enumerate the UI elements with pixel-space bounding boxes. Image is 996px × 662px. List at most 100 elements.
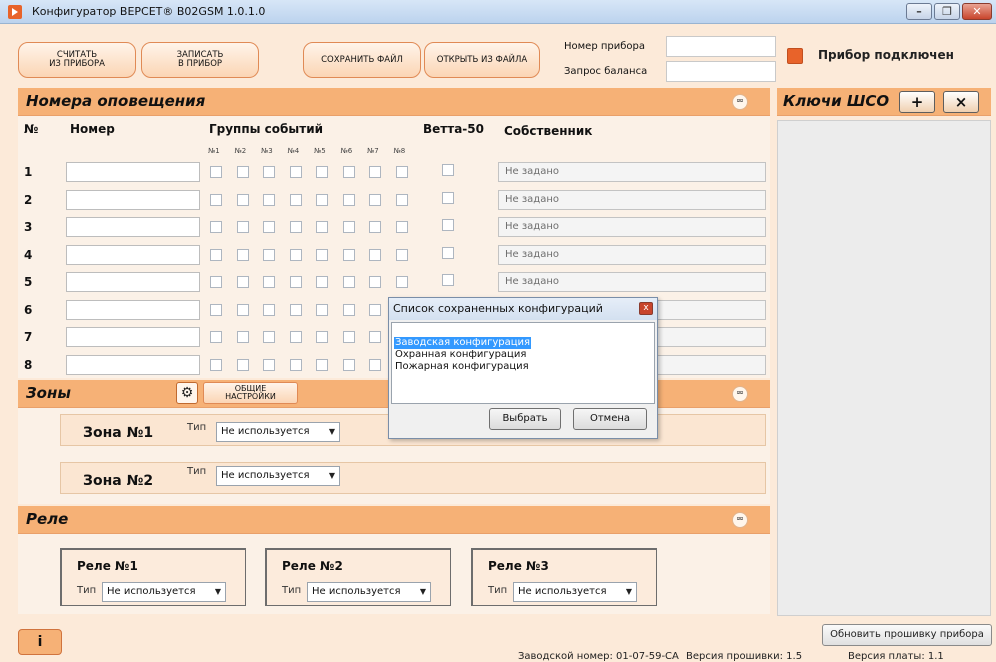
save-file-button[interactable]: СОХРАНИТЬ ФАЙЛ xyxy=(303,42,421,78)
event-group-checkbox[interactable] xyxy=(210,276,222,288)
update-firmware-button[interactable]: Обновить прошивку прибора xyxy=(822,624,992,646)
event-group-checkbox[interactable] xyxy=(316,358,328,371)
event-group-checkbox[interactable] xyxy=(236,166,249,178)
event-group-checkbox[interactable] xyxy=(316,276,328,288)
owner-field[interactable]: Не задано xyxy=(498,244,766,265)
vetta-checkbox[interactable] xyxy=(442,219,454,231)
event-group-checkbox[interactable] xyxy=(369,193,381,206)
event-group-checkbox[interactable] xyxy=(395,166,408,178)
gear-icon[interactable]: ⚙ xyxy=(176,382,198,404)
zone-type-select[interactable]: Не используется ▼ xyxy=(216,422,340,442)
vetta-checkbox[interactable] xyxy=(442,191,454,204)
event-group-checkbox[interactable] xyxy=(316,331,328,343)
event-group-checkbox[interactable] xyxy=(316,221,328,233)
event-group-checkbox[interactable] xyxy=(369,221,381,233)
event-group-checkbox[interactable] xyxy=(263,221,275,233)
choose-button[interactable]: Выбрать xyxy=(489,408,561,430)
event-group-checkbox[interactable] xyxy=(342,248,355,261)
event-group-checkbox[interactable] xyxy=(342,303,355,316)
event-group-checkbox[interactable] xyxy=(369,358,381,371)
event-group-checkbox[interactable] xyxy=(236,303,249,316)
event-group-checkbox[interactable] xyxy=(263,358,275,371)
event-group-checkbox[interactable] xyxy=(369,276,381,288)
event-group-checkbox[interactable] xyxy=(210,193,222,206)
event-group-checkbox[interactable] xyxy=(263,248,275,261)
owner-field[interactable]: Не задано xyxy=(498,162,766,182)
event-group-checkbox[interactable] xyxy=(342,331,355,343)
config-list-item[interactable]: Заводская конфигурация xyxy=(394,337,532,349)
event-group-checkbox[interactable] xyxy=(210,303,222,316)
event-group-checkbox[interactable] xyxy=(263,166,275,178)
event-group-checkbox[interactable] xyxy=(316,248,328,261)
config-list-item[interactable]: Охранная конфигурация xyxy=(394,349,527,361)
event-group-checkbox[interactable] xyxy=(289,331,302,343)
event-group-checkbox[interactable] xyxy=(236,193,249,206)
event-group-checkbox[interactable] xyxy=(342,193,355,206)
event-group-checkbox[interactable] xyxy=(316,193,328,206)
remove-key-button[interactable]: × xyxy=(943,91,979,113)
dialog-close-button[interactable]: x xyxy=(639,302,653,315)
event-group-checkbox[interactable] xyxy=(369,303,381,316)
collapse-chevron-icon[interactable]: ⮹ xyxy=(732,512,748,528)
event-group-checkbox[interactable] xyxy=(263,303,275,316)
keys-list[interactable] xyxy=(777,120,991,616)
open-file-button[interactable]: ОТКРЫТЬ ИЗ ФАЙЛА xyxy=(424,42,540,78)
phone-number-input[interactable] xyxy=(66,217,200,237)
owner-field[interactable]: Не задано xyxy=(498,272,766,292)
event-group-checkbox[interactable] xyxy=(289,358,302,371)
collapse-chevron-icon[interactable]: ⮹ xyxy=(732,94,748,110)
phone-number-input[interactable] xyxy=(66,354,200,375)
event-group-checkbox[interactable] xyxy=(289,193,302,206)
general-settings-button[interactable]: ОБЩИЕ НАСТРОЙКИ xyxy=(203,382,298,404)
event-group-checkbox[interactable] xyxy=(289,248,302,261)
event-group-checkbox[interactable] xyxy=(210,248,222,261)
event-group-checkbox[interactable] xyxy=(342,166,355,178)
collapse-chevron-icon[interactable]: ⮹ xyxy=(732,386,748,402)
event-group-checkbox[interactable] xyxy=(236,331,249,343)
phone-number-input[interactable] xyxy=(66,327,200,347)
zone-type-select[interactable]: Не используется ▼ xyxy=(216,466,340,486)
relay-type-select[interactable]: Не используется ▼ xyxy=(513,582,637,602)
event-group-checkbox[interactable] xyxy=(289,303,302,316)
event-group-checkbox[interactable] xyxy=(395,221,408,233)
event-group-checkbox[interactable] xyxy=(289,276,302,288)
event-group-checkbox[interactable] xyxy=(395,248,408,261)
event-group-checkbox[interactable] xyxy=(395,276,408,288)
balance-request-input[interactable] xyxy=(666,61,776,82)
phone-number-input[interactable] xyxy=(66,299,200,320)
event-group-checkbox[interactable] xyxy=(236,358,249,371)
maximize-button[interactable]: ❐ xyxy=(934,3,960,20)
event-group-checkbox[interactable] xyxy=(342,358,355,371)
event-group-checkbox[interactable] xyxy=(210,358,222,371)
event-group-checkbox[interactable] xyxy=(395,193,408,206)
event-group-checkbox[interactable] xyxy=(289,221,302,233)
info-button[interactable]: i xyxy=(18,629,62,655)
close-window-button[interactable]: ✕ xyxy=(962,3,992,20)
config-list[interactable]: Заводская конфигурация Охранная конфигур… xyxy=(391,322,655,404)
minimize-button[interactable]: – xyxy=(906,3,932,20)
owner-field[interactable]: Не задано xyxy=(498,217,766,237)
event-group-checkbox[interactable] xyxy=(342,221,355,233)
add-key-button[interactable]: + xyxy=(899,91,935,113)
event-group-checkbox[interactable] xyxy=(263,331,275,343)
config-list-item[interactable]: Пожарная конфигурация xyxy=(394,361,530,373)
event-group-checkbox[interactable] xyxy=(316,166,328,178)
event-group-checkbox[interactable] xyxy=(369,248,381,261)
phone-number-input[interactable] xyxy=(66,162,200,182)
event-group-checkbox[interactable] xyxy=(263,276,275,288)
event-group-checkbox[interactable] xyxy=(210,221,222,233)
phone-number-input[interactable] xyxy=(66,244,200,265)
event-group-checkbox[interactable] xyxy=(236,276,249,288)
phone-number-input[interactable] xyxy=(66,272,200,292)
relay-type-select[interactable]: Не используется ▼ xyxy=(102,582,226,602)
event-group-checkbox[interactable] xyxy=(342,276,355,288)
vetta-checkbox[interactable] xyxy=(442,164,454,176)
cancel-button[interactable]: Отмена xyxy=(573,408,647,430)
phone-number-input[interactable] xyxy=(66,189,200,210)
event-group-checkbox[interactable] xyxy=(210,331,222,343)
event-group-checkbox[interactable] xyxy=(236,248,249,261)
event-group-checkbox[interactable] xyxy=(210,166,222,178)
read-from-device-button[interactable]: СЧИТАТЬ ИЗ ПРИБОРА xyxy=(18,42,136,78)
event-group-checkbox[interactable] xyxy=(316,303,328,316)
event-group-checkbox[interactable] xyxy=(369,166,381,178)
